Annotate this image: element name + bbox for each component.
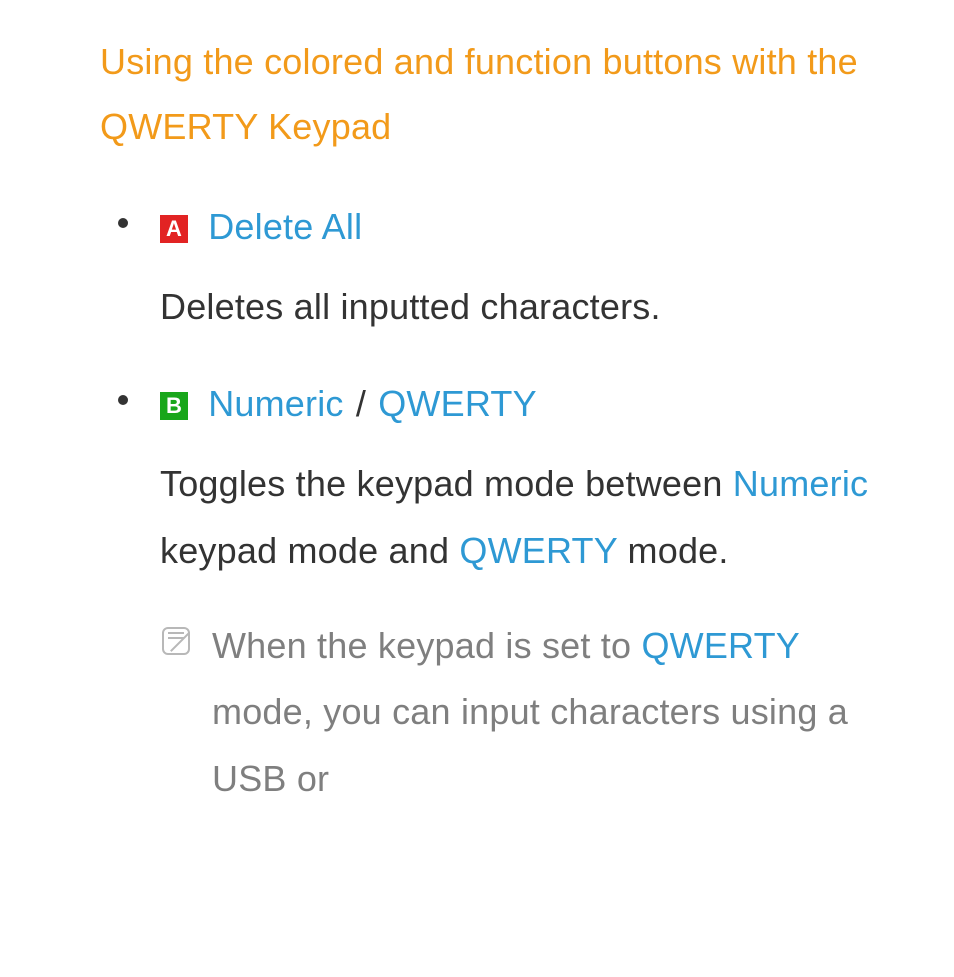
item-title: A Delete All	[160, 194, 909, 261]
note-block: When the keypad is set to QWERTY mode, y…	[160, 613, 909, 813]
note-icon	[162, 627, 190, 655]
term-delete-all: Delete All	[208, 206, 362, 247]
desc-highlight: QWERTY	[459, 530, 617, 571]
document-page: Using the colored and function buttons w…	[0, 0, 954, 812]
item-description: Toggles the keypad mode between Numeric …	[160, 451, 909, 584]
desc-mid: keypad mode and	[160, 530, 459, 571]
list-item: A Delete All Deletes all inputted charac…	[100, 194, 909, 341]
separator: /	[346, 383, 377, 424]
bullet-icon	[118, 218, 128, 228]
note-post: mode, you can input characters using a U…	[212, 691, 848, 799]
item-list: A Delete All Deletes all inputted charac…	[100, 194, 909, 813]
note-highlight: QWERTY	[641, 625, 799, 666]
term-numeric: Numeric	[208, 383, 343, 424]
term-qwerty: QWERTY	[378, 383, 537, 424]
bullet-icon	[118, 395, 128, 405]
item-title: B Numeric / QWERTY	[160, 371, 909, 438]
desc-text: Deletes all inputted characters.	[160, 286, 661, 327]
section-title: Using the colored and function buttons w…	[100, 30, 909, 160]
desc-pre: Toggles the keypad mode between	[160, 463, 733, 504]
note-pre: When the keypad is set to	[212, 625, 641, 666]
desc-highlight: Numeric	[733, 463, 868, 504]
desc-post: mode.	[617, 530, 728, 571]
a-button-badge: A	[160, 215, 188, 243]
b-button-badge: B	[160, 392, 188, 420]
list-item: B Numeric / QWERTY Toggles the keypad mo…	[100, 371, 909, 813]
item-description: Deletes all inputted characters.	[160, 274, 909, 341]
